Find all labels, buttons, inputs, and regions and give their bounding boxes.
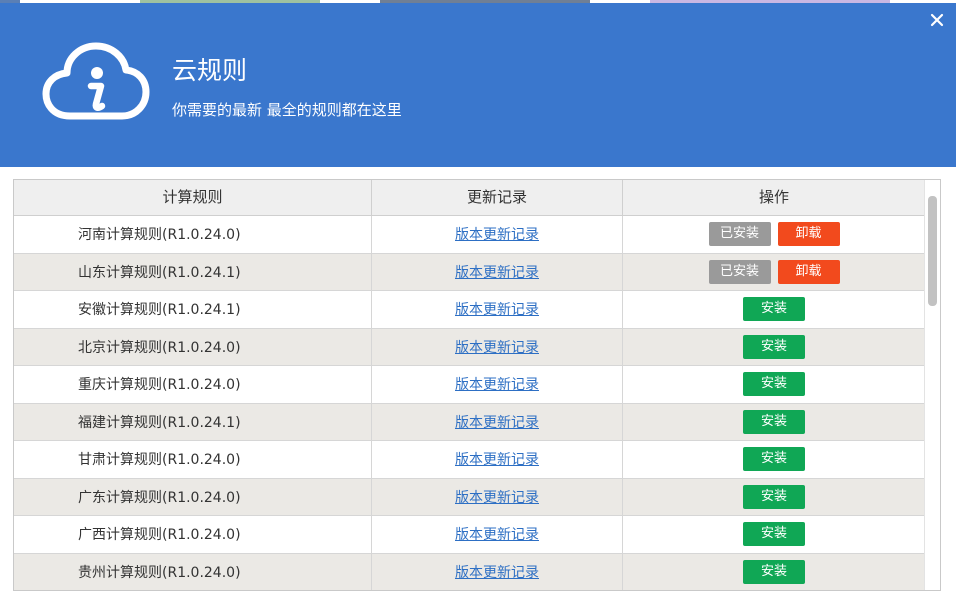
vertical-scrollbar[interactable] xyxy=(924,180,940,590)
table-row: 北京计算规则(R1.0.24.0) 版本更新记录 安装 xyxy=(14,328,925,366)
table-row: 重庆计算规则(R1.0.24.0) 版本更新记录 安装 xyxy=(14,366,925,404)
rule-name: 广东计算规则(R1.0.24.0) xyxy=(14,478,372,515)
uninstall-button[interactable]: 卸载 xyxy=(777,259,840,284)
table-row: 安徽计算规则(R1.0.24.1) 版本更新记录 安装 xyxy=(14,291,925,329)
changelog-link[interactable]: 版本更新记录 xyxy=(455,487,539,507)
install-button[interactable]: 安装 xyxy=(743,409,805,434)
close-icon[interactable] xyxy=(928,11,946,29)
rule-name: 甘肃计算规则(R1.0.24.0) xyxy=(14,441,372,478)
installed-button[interactable]: 已安装 xyxy=(708,259,771,284)
install-button[interactable]: 安装 xyxy=(743,522,805,547)
rule-name: 山东计算规则(R1.0.24.1) xyxy=(14,253,372,290)
installed-button[interactable]: 已安装 xyxy=(708,222,771,247)
table-row: 甘肃计算规则(R1.0.24.0) 版本更新记录 安装 xyxy=(14,441,925,479)
rule-name: 广西计算规则(R1.0.24.0) xyxy=(14,516,372,553)
table-row: 山东计算规则(R1.0.24.1) 版本更新记录 已安装 卸载 xyxy=(14,253,925,291)
table-row: 河南计算规则(R1.0.24.0) 版本更新记录 已安装 卸载 xyxy=(14,216,925,254)
uninstall-button[interactable]: 卸载 xyxy=(777,222,840,247)
table-row: 贵州计算规则(R1.0.24.0) 版本更新记录 安装 xyxy=(14,553,925,590)
rule-name: 福建计算规则(R1.0.24.1) xyxy=(14,403,372,440)
dialog-header: 云规则 你需要的最新 最全的规则都在这里 xyxy=(0,3,956,167)
changelog-link[interactable]: 版本更新记录 xyxy=(455,262,539,282)
column-header-action: 操作 xyxy=(758,188,789,206)
rule-name: 安徽计算规则(R1.0.24.1) xyxy=(14,291,372,328)
column-header-changelog: 更新记录 xyxy=(372,180,623,216)
changelog-link[interactable]: 版本更新记录 xyxy=(455,299,539,319)
install-button[interactable]: 安装 xyxy=(743,297,805,322)
changelog-link[interactable]: 版本更新记录 xyxy=(455,412,539,432)
table-body: 河南计算规则(R1.0.24.0) 版本更新记录 已安装 卸载 山东计算规则(R… xyxy=(14,216,925,590)
changelog-link[interactable]: 版本更新记录 xyxy=(455,449,539,469)
rules-table: 计算规则 更新记录 操作 河南计算规则(R1.0.24.0) 版本更新记录 已安… xyxy=(13,179,941,591)
install-button[interactable]: 安装 xyxy=(743,334,805,359)
rule-name: 北京计算规则(R1.0.24.0) xyxy=(14,328,372,365)
table-row: 广西计算规则(R1.0.24.0) 版本更新记录 安装 xyxy=(14,516,925,554)
rule-name: 贵州计算规则(R1.0.24.0) xyxy=(14,553,372,590)
changelog-link[interactable]: 版本更新记录 xyxy=(455,374,539,394)
table-header: 计算规则 更新记录 操作 xyxy=(14,180,925,216)
cloud-info-icon xyxy=(40,40,150,122)
rules-panel: 计算规则 更新记录 操作 河南计算规则(R1.0.24.0) 版本更新记录 已安… xyxy=(0,167,956,607)
dialog-subtitle: 你需要的最新 最全的规则都在这里 xyxy=(172,101,402,119)
install-button[interactable]: 安装 xyxy=(743,559,805,584)
install-button[interactable]: 安装 xyxy=(743,447,805,472)
changelog-link[interactable]: 版本更新记录 xyxy=(455,224,539,244)
changelog-link[interactable]: 版本更新记录 xyxy=(455,524,539,544)
scrollbar-thumb[interactable] xyxy=(928,196,937,306)
install-button[interactable]: 安装 xyxy=(743,372,805,397)
table-row: 广东计算规则(R1.0.24.0) 版本更新记录 安装 xyxy=(14,478,925,516)
rule-name: 河南计算规则(R1.0.24.0) xyxy=(14,216,372,253)
column-header-rule: 计算规则 xyxy=(14,180,372,216)
table-row: 福建计算规则(R1.0.24.1) 版本更新记录 安装 xyxy=(14,403,925,441)
install-button[interactable]: 安装 xyxy=(743,484,805,509)
changelog-link[interactable]: 版本更新记录 xyxy=(455,337,539,357)
changelog-link[interactable]: 版本更新记录 xyxy=(455,562,539,582)
dialog-title: 云规则 xyxy=(172,56,248,85)
rule-name: 重庆计算规则(R1.0.24.0) xyxy=(14,366,372,403)
